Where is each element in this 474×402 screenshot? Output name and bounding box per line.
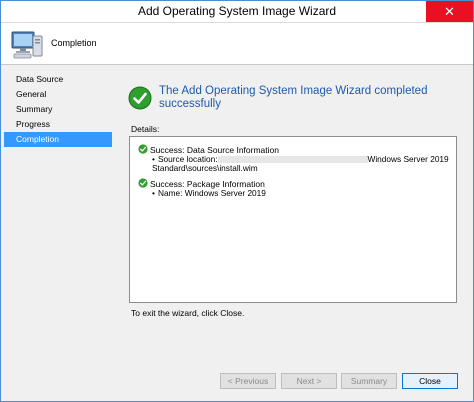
summary-button[interactable]: Summary — [341, 373, 397, 389]
exit-instructions: To exit the wizard, click Close. — [131, 308, 245, 318]
package-name-line: • Name: Windows Server 2019 — [152, 188, 266, 198]
source-location-path: Standard\sources\install.wim — [152, 164, 449, 173]
sidebar-item-general[interactable]: General — [4, 87, 112, 102]
close-button[interactable]: Close — [402, 373, 458, 389]
source-location-os: Windows Server 2019 — [367, 154, 449, 164]
wizard-footer: < Previous Next > Summary Close — [115, 367, 473, 401]
completion-panel: The Add Operating System Image Wizard co… — [115, 65, 473, 365]
title-bar: Add Operating System Image Wizard ✕ — [1, 1, 473, 23]
computer-icon — [11, 31, 43, 59]
window-title: Add Operating System Image Wizard — [137, 4, 337, 18]
previous-button[interactable]: < Previous — [220, 373, 276, 389]
sidebar-item-progress[interactable]: Progress — [4, 117, 112, 132]
window-close-button[interactable]: ✕ — [426, 1, 473, 22]
details-box: Success: Data Source Information • Source… — [129, 136, 457, 303]
completion-headline: The Add Operating System Image Wizard co… — [159, 85, 428, 110]
wizard-steps-sidebar: Data Source General Summary Progress Com… — [1, 65, 115, 401]
source-location-path-text: Standard\sources\install.wim — [152, 163, 258, 173]
success-check-icon — [138, 178, 148, 188]
sidebar-item-data-source[interactable]: Data Source — [4, 72, 112, 87]
next-button[interactable]: Next > — [281, 373, 337, 389]
wizard-window: Add Operating System Image Wizard ✕ Comp… — [0, 0, 474, 402]
wizard-header: Completion — [1, 23, 473, 65]
sidebar-item-completion[interactable]: Completion — [4, 132, 112, 147]
details-label: Details: — [131, 124, 160, 134]
success-check-icon — [128, 86, 152, 110]
sidebar-item-summary[interactable]: Summary — [4, 102, 112, 117]
page-heading: Completion — [51, 38, 97, 48]
package-name-text: Name: Windows Server 2019 — [158, 188, 266, 198]
success-check-icon — [138, 144, 148, 154]
